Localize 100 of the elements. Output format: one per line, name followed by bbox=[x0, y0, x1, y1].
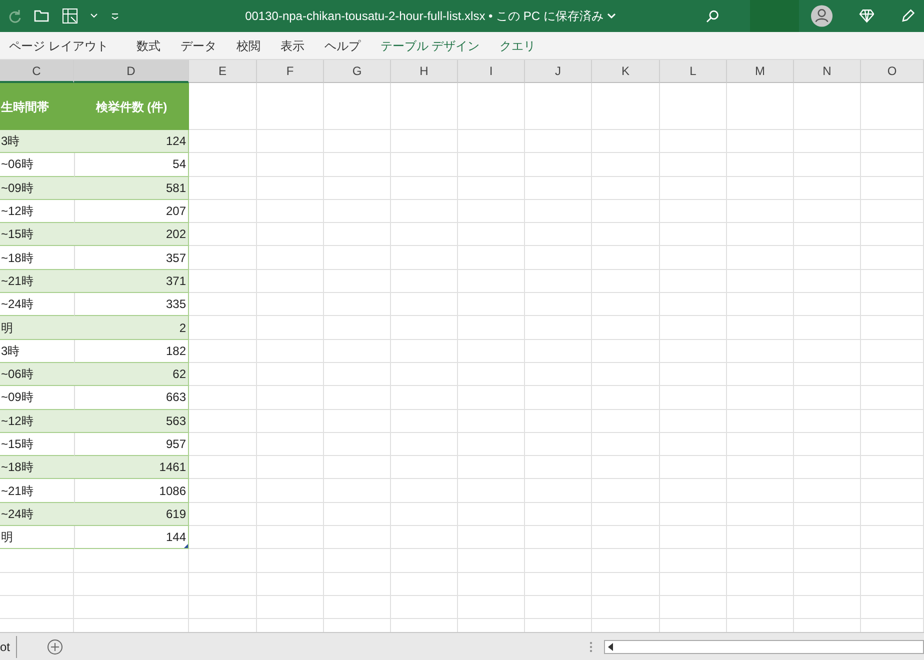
empty-cell[interactable] bbox=[660, 153, 727, 177]
empty-cell[interactable] bbox=[257, 502, 324, 526]
empty-cell[interactable] bbox=[660, 456, 727, 480]
empty-cell[interactable] bbox=[794, 293, 861, 316]
empty-cell[interactable] bbox=[391, 549, 458, 573]
empty-cell[interactable] bbox=[592, 316, 660, 340]
empty-cell[interactable] bbox=[525, 386, 592, 410]
empty-cell[interactable] bbox=[391, 270, 458, 294]
scroll-left-icon[interactable] bbox=[608, 642, 614, 650]
empty-cell[interactable] bbox=[861, 596, 924, 620]
empty-cell[interactable] bbox=[727, 502, 794, 526]
empty-cell[interactable] bbox=[257, 549, 324, 573]
empty-cell[interactable] bbox=[660, 502, 727, 526]
ribbon-tab[interactable]: テーブル デザイン bbox=[371, 32, 489, 60]
empty-cell[interactable] bbox=[660, 176, 727, 200]
empty-cell[interactable] bbox=[324, 340, 391, 363]
empty-cell[interactable] bbox=[74, 549, 189, 573]
empty-cell[interactable] bbox=[794, 340, 861, 363]
empty-cell[interactable] bbox=[794, 549, 861, 573]
empty-cell[interactable] bbox=[861, 410, 924, 433]
empty-cell[interactable] bbox=[324, 153, 391, 177]
empty-cell[interactable] bbox=[525, 502, 592, 526]
empty-cell[interactable] bbox=[794, 83, 861, 130]
empty-cell[interactable] bbox=[794, 386, 861, 410]
empty-cell[interactable] bbox=[592, 293, 660, 316]
empty-cell[interactable] bbox=[391, 83, 458, 130]
empty-cell[interactable] bbox=[660, 83, 727, 130]
empty-cell[interactable] bbox=[592, 456, 660, 480]
empty-cell[interactable] bbox=[458, 410, 525, 433]
empty-cell[interactable] bbox=[660, 340, 727, 363]
empty-cell[interactable] bbox=[660, 572, 727, 596]
empty-cell[interactable] bbox=[257, 200, 324, 224]
empty-cell[interactable] bbox=[592, 410, 660, 433]
empty-cell[interactable] bbox=[324, 572, 391, 596]
empty-cell[interactable] bbox=[391, 456, 458, 480]
empty-cell[interactable] bbox=[592, 386, 660, 410]
empty-cell[interactable] bbox=[660, 432, 727, 456]
empty-cell[interactable] bbox=[324, 479, 391, 503]
empty-cell[interactable] bbox=[525, 153, 592, 177]
empty-cell[interactable] bbox=[391, 293, 458, 316]
empty-cell[interactable] bbox=[861, 293, 924, 316]
empty-cell[interactable] bbox=[458, 596, 525, 620]
empty-cell[interactable] bbox=[458, 386, 525, 410]
empty-cell[interactable] bbox=[391, 340, 458, 363]
empty-cell[interactable] bbox=[525, 456, 592, 480]
empty-cell[interactable] bbox=[794, 223, 861, 246]
empty-cell[interactable] bbox=[592, 502, 660, 526]
empty-cell[interactable] bbox=[391, 596, 458, 620]
empty-cell[interactable] bbox=[861, 479, 924, 503]
empty-cell[interactable] bbox=[794, 410, 861, 433]
empty-cell[interactable] bbox=[592, 176, 660, 200]
empty-cell[interactable] bbox=[458, 246, 525, 270]
empty-cell[interactable] bbox=[592, 223, 660, 246]
empty-cell[interactable] bbox=[324, 83, 391, 130]
ribbon-tab[interactable]: データ bbox=[171, 32, 226, 60]
empty-cell[interactable] bbox=[592, 83, 660, 130]
empty-cell[interactable] bbox=[794, 596, 861, 620]
empty-cell[interactable] bbox=[592, 340, 660, 363]
empty-cell[interactable] bbox=[525, 362, 592, 386]
empty-cell[interactable] bbox=[727, 223, 794, 246]
empty-cell[interactable] bbox=[391, 432, 458, 456]
empty-cell[interactable] bbox=[861, 572, 924, 596]
empty-cell[interactable] bbox=[525, 270, 592, 294]
empty-cell[interactable] bbox=[458, 362, 525, 386]
empty-cell[interactable] bbox=[257, 432, 324, 456]
empty-cell[interactable] bbox=[794, 432, 861, 456]
empty-cell[interactable] bbox=[458, 572, 525, 596]
empty-cell[interactable] bbox=[458, 502, 525, 526]
add-sheet-icon[interactable] bbox=[47, 638, 64, 654]
empty-cell[interactable] bbox=[391, 176, 458, 200]
empty-cell[interactable] bbox=[525, 596, 592, 620]
ribbon-tab[interactable]: 数式 bbox=[127, 32, 170, 60]
empty-cell[interactable] bbox=[861, 526, 924, 550]
empty-cell[interactable] bbox=[794, 316, 861, 340]
empty-cell[interactable] bbox=[324, 362, 391, 386]
empty-cell[interactable] bbox=[324, 596, 391, 620]
empty-cell[interactable] bbox=[391, 386, 458, 410]
empty-cell[interactable] bbox=[324, 176, 391, 200]
empty-cell[interactable] bbox=[861, 362, 924, 386]
column-header[interactable]: J bbox=[525, 60, 592, 83]
empty-cell[interactable] bbox=[257, 130, 324, 154]
empty-cell[interactable] bbox=[861, 223, 924, 246]
empty-cell[interactable] bbox=[257, 316, 324, 340]
empty-cell[interactable] bbox=[257, 386, 324, 410]
empty-cell[interactable] bbox=[257, 293, 324, 316]
empty-cell[interactable] bbox=[660, 246, 727, 270]
empty-cell[interactable] bbox=[660, 270, 727, 294]
customize-icon[interactable] bbox=[110, 12, 120, 20]
empty-cell[interactable] bbox=[257, 362, 324, 386]
empty-cell[interactable] bbox=[257, 270, 324, 294]
empty-cell[interactable] bbox=[660, 293, 727, 316]
empty-cell[interactable] bbox=[525, 432, 592, 456]
search-icon[interactable] bbox=[706, 9, 720, 23]
empty-cell[interactable] bbox=[727, 200, 794, 224]
empty-cell[interactable] bbox=[525, 340, 592, 363]
empty-cell[interactable] bbox=[458, 153, 525, 177]
empty-cell[interactable] bbox=[525, 526, 592, 550]
empty-cell[interactable] bbox=[660, 526, 727, 550]
empty-cell[interactable] bbox=[660, 223, 727, 246]
empty-cell[interactable] bbox=[257, 246, 324, 270]
